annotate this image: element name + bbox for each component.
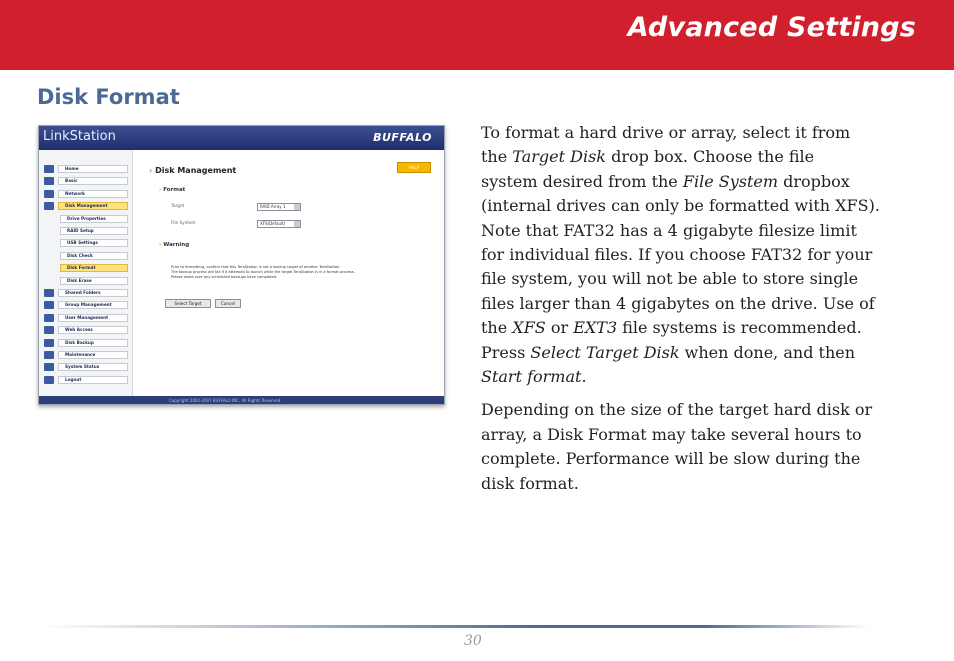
text-line: (internal drives can only be formatted w… xyxy=(481,196,880,216)
text-line: Note that FAT32 has a 4 gigabyte filesiz… xyxy=(481,220,857,240)
chevron-right-icon: › xyxy=(159,187,162,193)
nav-item-label: Logout xyxy=(65,376,82,382)
screenshot-header: LinkStation BUFFALO xyxy=(39,126,444,150)
chevron-right-icon: › xyxy=(149,166,153,175)
file-system-select: XFS(Default) xyxy=(257,220,301,228)
nav-item-label: Disk Erase xyxy=(67,277,92,283)
paragraph-format-duration: Depending on the size of the target hard… xyxy=(481,398,921,496)
buffalo-logo: BUFFALO xyxy=(373,131,432,144)
disk-management-screenshot: LinkStation BUFFALO Home Basic Network Disk… xyxy=(38,125,445,405)
emphasis: EXT3 xyxy=(573,318,618,338)
text-line: To format a hard drive or array, select … xyxy=(481,123,851,142)
nav-item: Disk Check xyxy=(44,251,128,261)
text-line: files larger than 4 gigabytes on the dri… xyxy=(481,293,875,313)
nav-item: USB Settings xyxy=(44,238,128,248)
nav-item: Disk Erase xyxy=(44,276,128,286)
text-line: file system, you will not be able to sto… xyxy=(481,269,859,289)
nav-item-label: Network xyxy=(65,190,85,196)
nav-item: Shared Folders xyxy=(44,288,128,298)
nav-icon xyxy=(44,363,54,372)
nav-item-label: Basic xyxy=(65,178,78,184)
text-line: disk format. xyxy=(481,473,579,493)
nav-item-label: RAID Setup xyxy=(67,228,94,233)
footer-divider xyxy=(40,625,870,628)
nav-icon xyxy=(44,189,54,198)
nav-item: Disk Management xyxy=(44,201,128,211)
nav-item: Home xyxy=(44,164,128,174)
nav-icon xyxy=(44,375,54,384)
nav-item: Disk Backup xyxy=(44,338,128,348)
text-line: complete. Performance will be slow durin… xyxy=(481,449,861,469)
nav-icon xyxy=(44,202,54,211)
nav-item-label: Maintenance xyxy=(65,352,96,357)
page-number: 30 xyxy=(464,633,482,649)
nav-item: Disk Format xyxy=(44,263,128,273)
text-line: the Target Disk drop box. Choose the fil… xyxy=(481,147,815,167)
paragraph-format-instructions: To format a hard drive or array, select … xyxy=(481,121,921,389)
emphasis: Select Target Disk xyxy=(530,342,680,362)
target-label: Target xyxy=(171,204,185,209)
warning-heading: › Warning xyxy=(159,242,190,248)
nav-icon xyxy=(44,326,54,335)
text-line: for individual files. If you choose FAT3… xyxy=(481,245,873,265)
header-banner: Advanced Settings xyxy=(0,0,954,70)
emphasis: Start format. xyxy=(481,367,587,387)
page-header-title: Advanced Settings xyxy=(627,12,916,43)
emphasis: File System xyxy=(682,171,779,191)
nav-icon xyxy=(44,289,54,297)
nav-item-label: System Status xyxy=(65,364,100,370)
nav-item: Drive Properties xyxy=(44,214,128,224)
nav-item: Web Access xyxy=(44,325,128,335)
screenshot-sidebar-nav: Home Basic Network Disk Management Drive Pro… xyxy=(39,150,133,396)
screenshot-footer: Copyright 2002-2007 BUFFALO INC. All Rig… xyxy=(39,396,444,404)
nav-item: Basic xyxy=(44,176,128,186)
text-line: system desired from the File System drop… xyxy=(481,171,850,191)
nav-item: RAID Setup xyxy=(44,226,128,236)
format-heading: › Format xyxy=(159,187,186,193)
nav-item: User Management xyxy=(44,313,128,323)
text-line: the XFS or EXT3 file systems is recommen… xyxy=(481,318,862,338)
section-title: Disk Format xyxy=(37,85,180,109)
nav-item: Logout xyxy=(44,375,128,385)
nav-item-label: Disk Management xyxy=(65,203,108,209)
nav-icon xyxy=(44,338,54,347)
text-line: Press Select Target Disk when done, and … xyxy=(481,342,856,362)
nav-item-label: USB Settings xyxy=(67,240,98,246)
help-button: HELP xyxy=(397,162,431,173)
nav-item: System Status xyxy=(44,362,128,372)
nav-icon xyxy=(44,301,54,310)
nav-item-label: Home xyxy=(65,166,79,171)
emphasis: Target Disk xyxy=(512,147,606,167)
cancel-button: Cancel xyxy=(215,299,241,308)
nav-item-label: Shared Folders xyxy=(65,290,101,295)
file-system-label: File System xyxy=(171,221,196,226)
warning-text: Prior to formatting, confirm that this T… xyxy=(171,265,355,279)
nav-item: Network xyxy=(44,189,128,199)
emphasis: XFS xyxy=(512,318,546,338)
nav-item-label: Group Management xyxy=(65,302,112,308)
nav-item: Maintenance xyxy=(44,350,128,360)
select-target-button: Select Target xyxy=(165,299,211,308)
nav-icon xyxy=(44,313,54,322)
nav-item: Group Management xyxy=(44,300,128,310)
copyright-text: Copyright 2002-2007 BUFFALO INC. All Rig… xyxy=(169,398,282,403)
nav-item-label: Disk Format xyxy=(67,265,96,271)
text-line: array, a Disk Format may take several ho… xyxy=(481,424,862,444)
linkstation-logo: LinkStation xyxy=(43,129,116,144)
target-select: RAID Array 1 xyxy=(257,203,301,211)
nav-item-label: Drive Properties xyxy=(67,215,106,221)
screenshot-page-title: › Disk Management xyxy=(149,166,237,175)
nav-icon xyxy=(44,351,54,359)
nav-item-label: Disk Check xyxy=(67,252,93,258)
nav-item-label: Disk Backup xyxy=(65,339,94,345)
body-copy: To format a hard drive or array, select … xyxy=(481,121,921,505)
screenshot-main-panel: › Disk Management HELP › Format Target R… xyxy=(135,150,444,396)
nav-icon xyxy=(44,165,54,173)
nav-item-label: Web Access xyxy=(65,327,93,333)
nav-icon xyxy=(44,177,54,186)
text-line: Start format. xyxy=(481,365,921,389)
chevron-right-icon: › xyxy=(159,242,162,248)
nav-item-label: User Management xyxy=(65,314,109,320)
text-line: Depending on the size of the target hard… xyxy=(481,400,873,420)
